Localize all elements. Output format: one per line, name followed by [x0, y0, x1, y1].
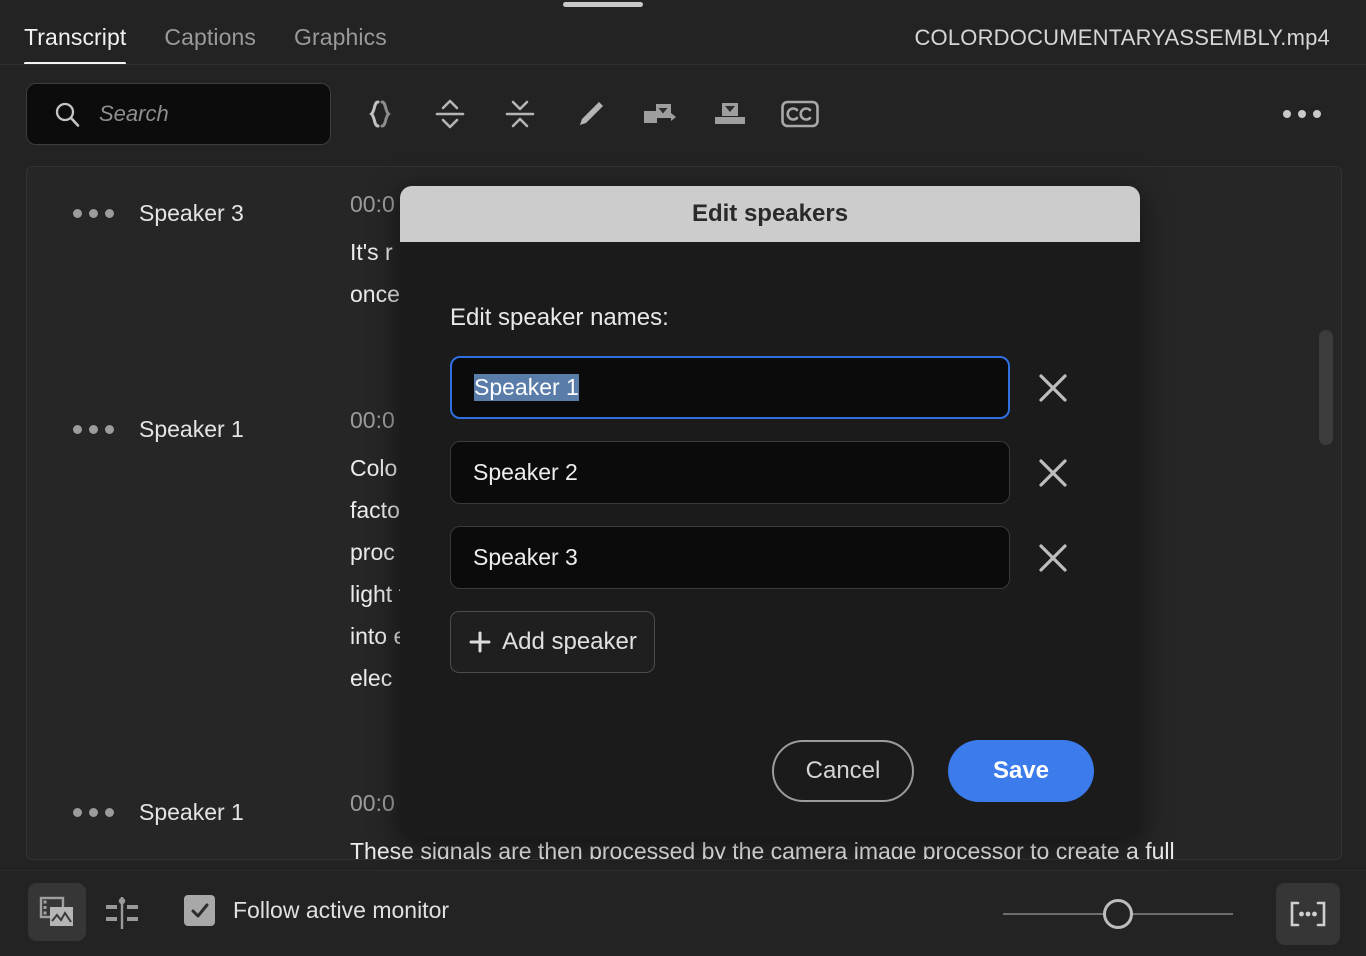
tab-list: Transcript Captions Graphics [24, 8, 425, 65]
cc-icon[interactable] [775, 89, 825, 139]
entry-speaker-label[interactable]: Speaker 3 [139, 200, 244, 227]
dialog-body: Edit speaker names: Speaker 1 Speaker 2 … [400, 242, 1140, 673]
add-speaker-label: Add speaker [502, 628, 637, 655]
insert-graphics-icon[interactable] [635, 89, 685, 139]
search-icon [53, 100, 81, 128]
speaker-row [450, 356, 1090, 419]
tab-captions[interactable]: Captions [164, 24, 256, 65]
film-thumbnails-icon[interactable] [28, 883, 86, 941]
entry-menu-icon[interactable] [63, 424, 123, 434]
follow-active-monitor-label: Follow active monitor [233, 897, 450, 923]
tab-bar: Transcript Captions Graphics COLORDOCUME… [0, 8, 1366, 65]
save-button[interactable]: Save [948, 740, 1094, 802]
entry-menu-icon[interactable] [63, 807, 123, 817]
add-speaker-button[interactable]: Add speaker [450, 611, 655, 673]
braces-icon[interactable] [355, 89, 405, 139]
transcript-scrollbar[interactable] [1319, 175, 1333, 851]
entry-menu-icon[interactable] [63, 208, 123, 218]
dialog-footer: Cancel Save [772, 740, 1094, 802]
search-input[interactable] [99, 101, 299, 127]
speaker-row [450, 526, 1090, 589]
plus-icon [469, 631, 491, 653]
pencil-icon[interactable] [565, 89, 615, 139]
active-file-name: COLORDOCUMENTARYASSEMBLY.mp4 [914, 25, 1330, 50]
more-options-icon[interactable] [1278, 91, 1326, 137]
panel-drag-handle[interactable] [563, 2, 643, 7]
speaker-name-input-2[interactable] [450, 441, 1010, 504]
collapse-vertical-icon[interactable] [495, 89, 545, 139]
speaker-name-input-1[interactable] [450, 356, 1010, 419]
search-box[interactable] [26, 83, 331, 145]
entry-speaker-label[interactable]: Speaker 1 [139, 799, 244, 826]
zoom-slider[interactable] [1003, 899, 1233, 929]
transcript-panel-window: Transcript Captions Graphics COLORDOCUME… [0, 0, 1366, 956]
zoom-slider-handle[interactable] [1103, 899, 1133, 929]
more-dots [1283, 110, 1321, 118]
pause-brackets-icon[interactable] [1276, 883, 1340, 945]
remove-speaker-1-icon[interactable] [1024, 359, 1082, 417]
entry-timecode: 00:0 [350, 191, 395, 217]
speaker-row [450, 441, 1090, 504]
transcript-scrollbar-thumb[interactable] [1319, 330, 1333, 445]
remove-speaker-2-icon[interactable] [1024, 444, 1082, 502]
status-bar: Follow active monitor [0, 870, 1366, 956]
entry-speaker-label[interactable]: Speaker 1 [139, 416, 244, 443]
remove-speaker-3-icon[interactable] [1024, 529, 1082, 587]
edit-speakers-dialog: Edit speakers Edit speaker names: Speake… [400, 186, 1140, 838]
toolbar-icon-group [355, 83, 845, 145]
transcript-toolbar [0, 83, 1366, 147]
cancel-button[interactable]: Cancel [772, 740, 914, 802]
dialog-title: Edit speakers [691, 200, 849, 227]
tab-bar-divider [0, 64, 1366, 65]
checkbox-checked-icon [184, 895, 215, 926]
tab-transcript[interactable]: Transcript [24, 24, 127, 65]
entry-timecode: 00:0 [350, 790, 395, 816]
sliders-icon[interactable] [100, 891, 144, 935]
speaker-name-input-3[interactable] [450, 526, 1010, 589]
export-captions-icon[interactable] [705, 89, 755, 139]
entry-timecode: 00:0 [350, 407, 395, 433]
dialog-title-bar[interactable]: Edit speakers [400, 186, 1140, 242]
edit-speaker-names-label: Edit speaker names: [450, 304, 669, 331]
tab-graphics[interactable]: Graphics [294, 24, 387, 65]
expand-vertical-icon[interactable] [425, 89, 475, 139]
follow-active-monitor-checkbox[interactable]: Follow active monitor [184, 895, 449, 926]
